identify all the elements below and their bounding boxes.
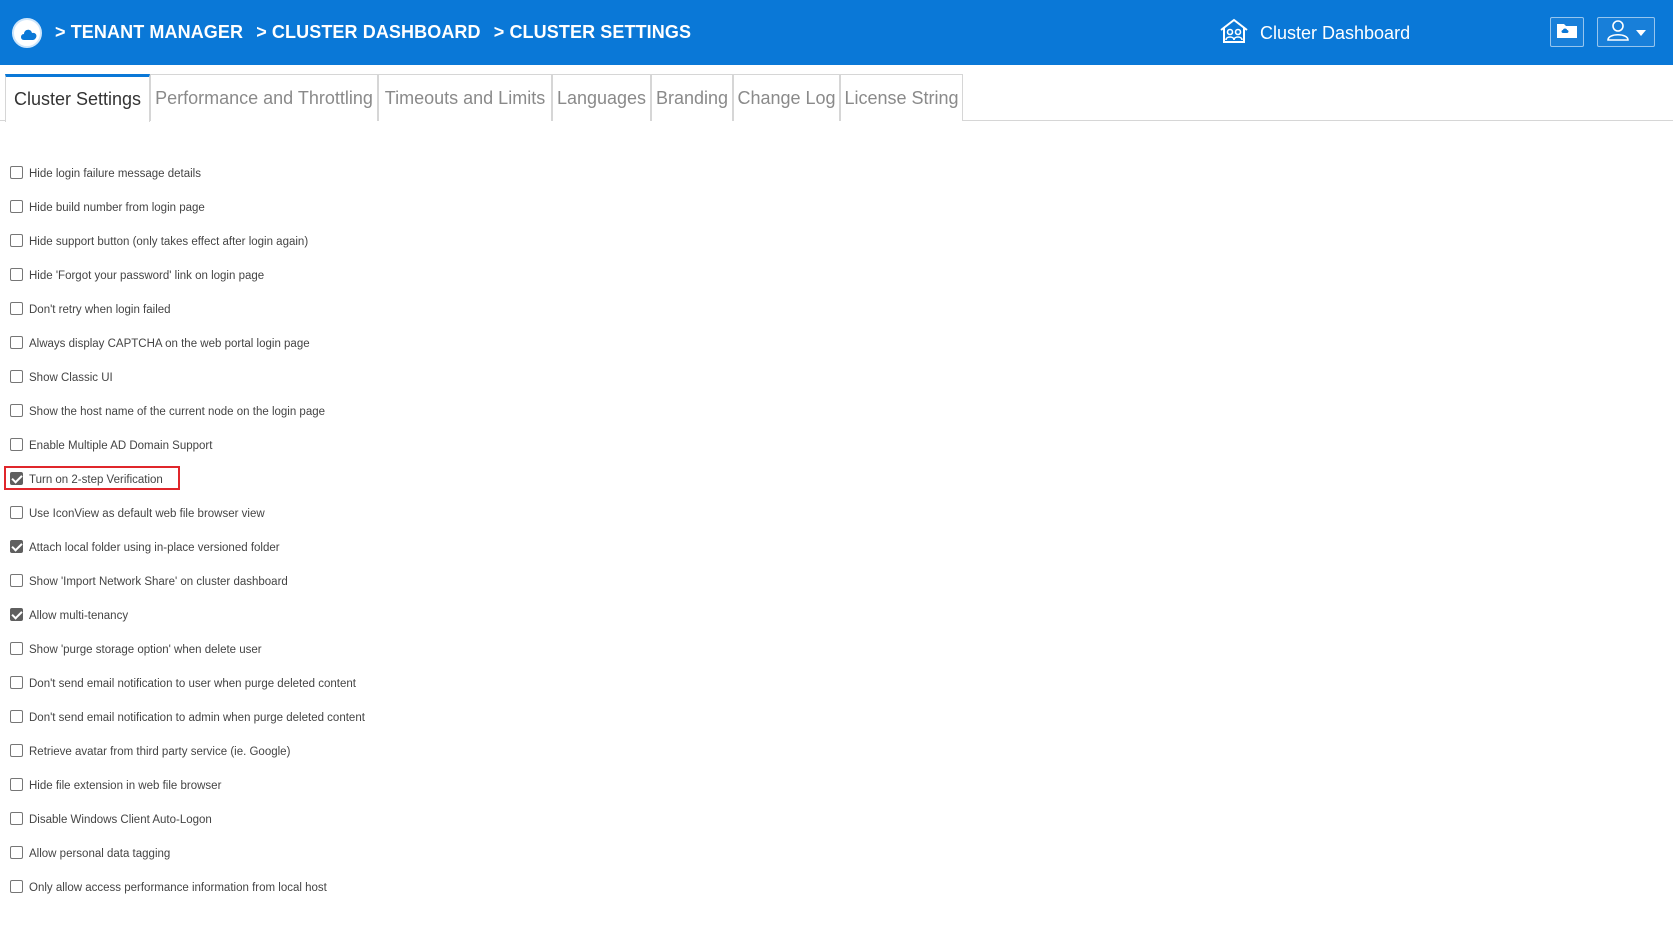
setting-row[interactable]: Turn on 2-step Verification [10,469,163,491]
setting-row[interactable]: Attach local folder using in-place versi… [10,537,280,559]
setting-label: Don't retry when login failed [29,304,171,316]
setting-row[interactable]: Allow personal data tagging [10,843,170,865]
setting-row[interactable]: Enable Multiple AD Domain Support [10,435,212,457]
setting-label: Always display CAPTCHA on the web portal… [29,338,310,350]
cloud-logo-icon[interactable] [12,18,42,48]
setting-checkbox[interactable] [10,675,23,689]
setting-checkbox[interactable] [10,403,23,417]
tab-branding[interactable]: Branding [651,74,733,121]
setting-row[interactable]: Always display CAPTCHA on the web portal… [10,333,310,355]
setting-row[interactable]: Hide support button (only takes effect a… [10,231,308,253]
setting-label: Turn on 2-step Verification [29,474,163,486]
cluster-dashboard-label: Cluster Dashboard [1260,22,1411,43]
settings-tabs: Cluster Settings Performance and Throttl… [0,74,1673,122]
setting-row[interactable]: Don't send email notification to admin w… [10,707,365,729]
setting-checkbox[interactable] [10,267,23,281]
setting-checkbox[interactable] [10,233,23,247]
setting-label: Use IconView as default web file browser… [29,508,265,520]
breadcrumb-tenant-manager[interactable]: > TENANT MANAGER [55,22,243,42]
setting-checkbox[interactable] [10,743,23,757]
setting-checkbox[interactable] [10,811,23,825]
setting-row[interactable]: Hide file extension in web file browser [10,775,221,797]
setting-checkbox[interactable] [10,709,23,723]
breadcrumb: > TENANT MANAGER > CLUSTER DASHBOARD > C… [55,22,699,43]
setting-checkbox[interactable] [10,845,23,859]
setting-checkbox[interactable] [10,505,23,519]
setting-row[interactable]: Show 'Import Network Share' on cluster d… [10,571,288,593]
user-menu-button[interactable] [1597,17,1655,47]
setting-checkbox[interactable] [10,301,23,315]
setting-label: Hide support button (only takes effect a… [29,236,309,248]
setting-checkbox[interactable] [10,777,23,791]
setting-checkbox[interactable] [10,335,23,349]
setting-label: Show the host name of the current node o… [29,406,326,418]
setting-label: Only allow access performance informatio… [29,882,327,894]
folder-icon [1556,21,1578,44]
setting-label: Hide login failure message details [29,168,201,180]
setting-checkbox[interactable] [10,539,23,553]
top-bar: > TENANT MANAGER > CLUSTER DASHBOARD > C… [0,0,1673,65]
setting-checkbox[interactable] [10,369,23,383]
house-users-icon [1218,18,1250,49]
setting-checkbox[interactable] [10,199,23,213]
setting-label: Hide build number from login page [29,202,205,214]
breadcrumb-cluster-dashboard[interactable]: > CLUSTER DASHBOARD [256,22,480,42]
tab-license-string[interactable]: License String [840,74,963,121]
setting-row[interactable]: Hide build number from login page [10,197,205,219]
setting-label: Allow personal data tagging [29,848,171,860]
setting-label: Enable Multiple AD Domain Support [29,440,213,452]
setting-checkbox[interactable] [10,641,23,655]
setting-row[interactable]: Disable Windows Client Auto-Logon [10,809,212,831]
setting-row[interactable]: Don't send email notification to user wh… [10,673,356,695]
setting-row[interactable]: Show the host name of the current node o… [10,401,325,423]
tab-cluster-settings[interactable]: Cluster Settings [5,74,150,122]
setting-row[interactable]: Retrieve avatar from third party service… [10,741,290,763]
setting-label: Retrieve avatar from third party service… [29,746,291,758]
setting-label: Show 'Import Network Share' on cluster d… [29,576,288,588]
setting-label: Hide file extension in web file browser [29,780,222,792]
setting-label: Hide 'Forgot your password' link on logi… [29,270,265,282]
setting-label: Attach local folder using in-place versi… [29,542,280,554]
cluster-dashboard-link[interactable]: Cluster Dashboard [1218,18,1410,48]
setting-row[interactable]: Use IconView as default web file browser… [10,503,265,525]
setting-row[interactable]: Allow multi-tenancy [10,605,128,627]
setting-row[interactable]: Hide login failure message details [10,163,201,185]
setting-label: Show 'purge storage option' when delete … [29,644,262,656]
setting-checkbox[interactable] [10,471,23,485]
setting-row[interactable]: Show 'purge storage option' when delete … [10,639,262,661]
setting-checkbox[interactable] [10,165,23,179]
setting-row[interactable]: Hide 'Forgot your password' link on logi… [10,265,264,287]
setting-label: Show Classic UI [29,372,113,384]
breadcrumb-cluster-settings: > CLUSTER SETTINGS [493,22,692,42]
tab-performance-and-throttling[interactable]: Performance and Throttling [150,74,378,121]
setting-row[interactable]: Show Classic UI [10,367,113,389]
caret-down-icon [1636,23,1646,41]
setting-checkbox[interactable] [10,607,23,621]
setting-checkbox[interactable] [10,879,23,893]
setting-label: Don't send email notification to user wh… [29,678,356,690]
folder-button[interactable] [1550,17,1584,47]
tab-timeouts-and-limits[interactable]: Timeouts and Limits [378,74,552,121]
setting-row[interactable]: Don't retry when login failed [10,299,171,321]
tab-languages[interactable]: Languages [552,74,651,121]
setting-checkbox[interactable] [10,573,23,587]
setting-row[interactable]: Only allow access performance informatio… [10,877,327,899]
setting-checkbox[interactable] [10,437,23,451]
setting-label: Don't send email notification to admin w… [29,712,365,724]
tab-change-log[interactable]: Change Log [733,74,840,121]
setting-label: Disable Windows Client Auto-Logon [29,814,212,826]
user-icon [1606,19,1630,46]
setting-label: Allow multi-tenancy [29,610,129,622]
